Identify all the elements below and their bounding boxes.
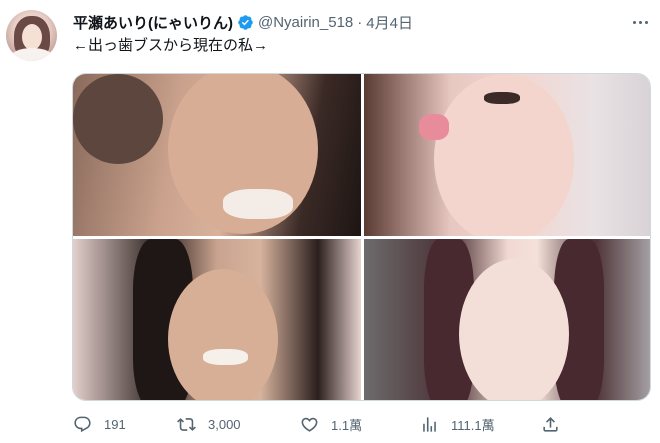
views-icon [423,416,436,432]
photo-top-left[interactable] [73,74,361,236]
more-options-icon[interactable] [628,10,652,34]
photo-bottom-left[interactable] [73,239,361,400]
tweet[interactable]: 平瀬あいり(にゃいりん) @Nyairin_518 · 4月4日 ←出っ歯ブスか… [0,0,660,443]
photo-shape [223,189,293,219]
photo-shape [203,349,248,365]
reply-icon [74,416,91,432]
action-bar: 191 3,000 1.1萬 111.1萬 [0,409,660,439]
share-button[interactable] [541,409,560,439]
photo-shape [459,259,569,400]
display-name[interactable]: 平瀬あいり(にゃいりん) [73,12,233,33]
retweet-button[interactable]: 3,000 [177,409,241,439]
reply-count: 191 [104,416,126,432]
retweet-icon [177,417,196,431]
verified-badge-icon [238,14,253,30]
reply-button[interactable]: 191 [73,409,126,439]
avatar[interactable] [6,10,57,61]
tweet-text: ←出っ歯ブスから現在の私→ [73,37,269,54]
more-dot [644,20,648,24]
photo-shape [73,74,163,164]
separator-dot: · [357,13,363,31]
views-button[interactable]: 111.1萬 [420,409,495,439]
views-count: 111.1萬 [451,417,495,433]
tweet-header: 平瀬あいり(にゃいりん) @Nyairin_518 · 4月4日 [73,11,413,33]
photo-shape [168,269,278,400]
like-button[interactable]: 1.1萬 [300,409,362,439]
user-handle[interactable]: @Nyairin_518 [258,14,353,31]
more-dot [632,20,636,24]
heart-icon [301,417,318,432]
share-icon [543,416,558,432]
photo-shape [484,92,520,104]
like-count: 1.1萬 [331,417,363,433]
avatar-face [22,24,42,50]
photo-bottom-right[interactable] [364,239,650,400]
avatar-shoulder [10,48,54,61]
more-dot [638,20,642,24]
bow-sticker [419,114,449,140]
retweet-count: 3,000 [208,416,241,432]
tweet-date[interactable]: 4月4日 [366,12,413,33]
media-grid [72,73,651,401]
photo-top-right[interactable] [364,74,650,236]
